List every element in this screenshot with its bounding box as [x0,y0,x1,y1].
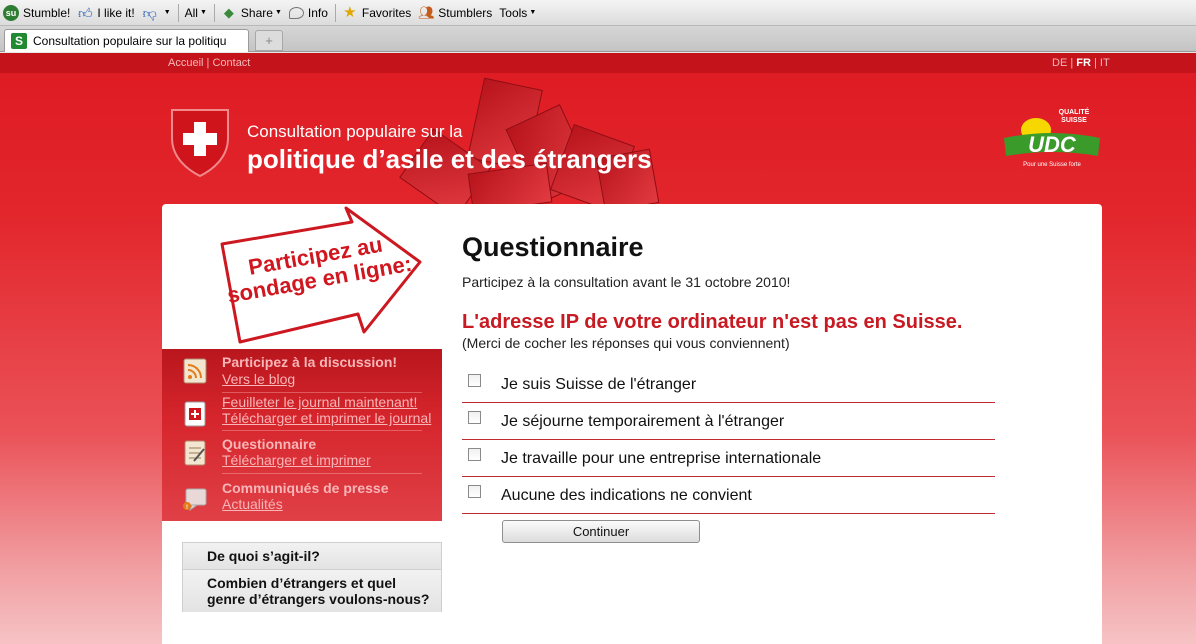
questionnaire-title: Questionnaire [462,232,644,262]
tab-title: Consultation populaire sur la politiqu [33,34,227,48]
lang-fr-link[interactable]: FR [1076,57,1091,69]
udc-logo[interactable]: UDC QUALITÉ SUISSE Pour une Suisse forte [1002,100,1102,170]
chevron-down-icon: ▼ [529,9,537,16]
contact-link[interactable]: Contact [212,57,250,69]
ip-warning: L'adresse IP de votre ordinateur n'est p… [462,311,963,333]
content-panel: Participez au sondage en ligne: Particip… [162,204,1102,644]
browser-toolbar: su Stumble! 👍︎ I like it! 👎︎ ▼ All ▼ ◆ S… [0,0,1196,26]
option-row: Je séjourne temporairement à l'étranger [462,403,995,440]
side-menu-title[interactable]: Communiqués de presse [222,480,389,496]
chevron-down-icon: ▼ [274,9,282,16]
share-label: Share [240,5,273,20]
top-nav: Accueil | Contact [168,57,250,69]
toolbar-divider [334,3,336,22]
option-checkbox[interactable] [468,448,481,461]
chevron-down-icon[interactable]: ▼ [164,9,171,16]
thumbs-up-icon: 👍︎ [78,4,93,21]
stumblers-button[interactable]: 👥︎ Stumblers [415,2,495,24]
survey-banner[interactable]: Participez au sondage en ligne: [162,204,442,348]
left-nav-item[interactable]: De quoi s’agit-il? [182,542,442,569]
tools-dropdown[interactable]: Tools ▼ [496,2,539,24]
page-title: politique d’asile et des étrangers [247,144,652,174]
toolbar-divider [177,3,179,22]
option-row: Aucune des indications ne convient [462,477,995,514]
share-icon: ◆ [223,4,234,20]
lang-it-link[interactable]: IT [1100,57,1110,69]
left-nav-item[interactable]: Combien d’étrangers et quel genre d’étra… [182,569,442,612]
language-switcher: DE | FR | IT [1052,57,1110,69]
blog-link[interactable]: Vers le blog [222,371,295,387]
new-tab-button[interactable]: + [255,30,283,51]
rss-document-icon [183,358,207,384]
tools-label: Tools [499,5,528,20]
side-menu-title[interactable]: Participez à la discussion! [222,354,397,370]
menu-divider [222,392,422,393]
swiss-shield-icon [171,109,229,178]
svg-text:SUISSE: SUISSE [1061,117,1087,124]
option-checkbox[interactable] [468,485,481,498]
option-checkbox[interactable] [468,374,481,387]
option-label[interactable]: Aucune des indications ne convient [501,487,752,505]
tab-bar: S Consultation populaire sur la politiqu… [0,26,1196,52]
info-button[interactable]: Info [286,2,331,24]
menu-divider [222,473,422,474]
menu-divider [222,430,422,431]
side-menu: Participez à la discussion! Vers le blog… [162,349,442,521]
option-label[interactable]: Je travaille pour une entreprise interna… [501,450,821,468]
speech-bubble-icon: ! [183,488,207,511]
option-checkbox[interactable] [468,411,481,424]
like-label: I like it! [97,5,135,20]
lang-separator: | [1090,57,1100,69]
like-button[interactable]: 👍︎ I like it! [74,2,137,24]
stumbleupon-icon: su [3,4,19,21]
web-page: Accueil | Contact DE | FR | IT Consultat… [0,53,1196,644]
stumble-label: Stumble! [23,5,71,20]
option-label[interactable]: Je suis Suisse de l'étranger [501,376,696,394]
favorites-button[interactable]: ★ Favorites [339,2,414,24]
lang-separator: | [1067,57,1077,69]
questionnaire-intro: Participez à la consultation avant le 31… [462,274,791,290]
questionnaire-hint: (Merci de cocher les réponses qui vous c… [462,335,790,351]
thumbs-down-icon: 👎︎ [142,4,157,21]
share-button[interactable]: ◆ Share ▼ [218,2,285,24]
side-menu-item-discussion: Participez à la discussion! Vers le blog [162,351,442,393]
news-link[interactable]: Actualités [222,496,283,512]
svg-text:!: ! [186,505,188,511]
option-row: Je travaille pour une entreprise interna… [462,440,995,477]
header-subtitle: Consultation populaire sur la [247,122,463,141]
star-icon: ★ [343,3,357,21]
chevron-down-icon: ▼ [199,9,207,16]
questionnaire-download-link[interactable]: Télécharger et imprimer [222,452,371,468]
journal-download-link[interactable]: Télécharger et imprimer le journal [222,410,431,426]
side-menu-item-press: ! Communiqués de presse Actualités [162,477,442,519]
stumble-button[interactable]: su Stumble! [0,2,73,24]
home-link[interactable]: Accueil [168,57,203,69]
side-menu-title[interactable]: Questionnaire [222,436,316,452]
info-label: Info [307,5,328,20]
left-nav: De quoi s’agit-il? Combien d’étrangers e… [182,542,442,612]
top-strip: Accueil | Contact DE | FR | IT [0,53,1196,73]
svg-text:Pour une Suisse forte: Pour une Suisse forte [1023,162,1081,168]
checklist-icon [184,440,206,466]
option-row: Je suis Suisse de l'étranger [462,366,995,403]
favicon-icon: S [11,33,27,49]
journal-flip-link[interactable]: Feuilleter le journal maintenant! [222,394,417,410]
toolbar-divider [213,3,215,22]
all-dropdown[interactable]: All ▼ [182,2,210,24]
svg-text:QUALITÉ: QUALITÉ [1059,107,1090,116]
option-label[interactable]: Je séjourne temporairement à l'étranger [501,413,784,431]
journal-icon [184,401,206,427]
lang-de-link[interactable]: DE [1052,57,1067,69]
people-icon: 👥︎ [418,4,435,20]
stumblers-label: Stumblers [438,5,493,20]
svg-text:UDC: UDC [1028,132,1077,157]
tab-active[interactable]: S Consultation populaire sur la politiqu [4,29,249,52]
dislike-button[interactable]: 👎︎ ▼ [139,2,174,24]
continue-button[interactable]: Continuer [502,520,700,543]
favorites-label: Favorites [361,5,412,20]
all-label: All [184,5,198,20]
info-icon [288,6,304,19]
side-menu-item-questionnaire: Questionnaire Télécharger et imprimer [162,433,442,475]
